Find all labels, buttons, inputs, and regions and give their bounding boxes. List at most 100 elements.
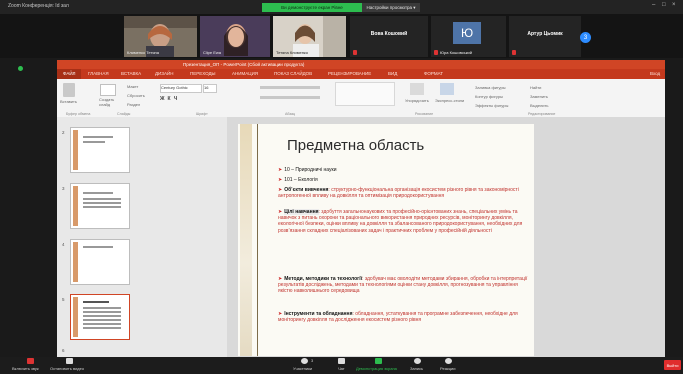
shapes-gallery[interactable] [335,82,395,106]
slide-divider [257,124,258,356]
font-name-select[interactable]: Century Gothic [160,84,202,93]
arrange-button[interactable]: Упорядочить [405,98,429,103]
group-label: Рисование [415,112,434,116]
tab-slideshow[interactable]: ПОКАЗ СЛАЙДОВ [274,71,312,76]
chat-icon[interactable] [338,358,345,364]
participant-tile[interactable]: Clipe Ewa [200,16,270,57]
minimize-icon[interactable]: – [652,2,655,8]
group-label: Слайды [117,112,131,116]
muted-mic-icon [512,50,516,55]
tab-transitions[interactable]: ПЕРЕХОДЫ [190,71,216,76]
tab-view[interactable]: ВИД [388,71,397,76]
shape-outline-button[interactable]: Контур фигуры [475,94,503,99]
ppt-title: Презентация_ОП - PowerPoint (Сбой актива… [183,62,305,67]
paste-icon[interactable] [63,83,75,97]
participant-name: Артур Цьомик [527,31,563,37]
slide-thumbnail[interactable] [70,239,130,285]
muted-mic-icon[interactable] [27,358,34,364]
participants-icon[interactable] [301,358,308,364]
replace-button[interactable]: Заменить [530,94,548,99]
tab-review[interactable]: РЕЦЕНЗИРОВАНИЕ [328,71,371,76]
font-format-icons[interactable]: ЖКЧ [160,96,180,102]
group-label: Абзац [285,112,296,116]
paste-button[interactable]: Вставить [60,99,77,104]
share-status: Ви демонструєте екран Рівне [262,3,362,12]
group-label: Шрифт [196,112,208,116]
thumb-number: 2 [62,130,65,135]
zoom-window-title: Zoom Конференція: Id зал [8,3,69,9]
layout-button[interactable]: Макет [127,84,138,89]
font-size-select[interactable]: 16 [203,84,217,93]
chat-button[interactable]: Чат [338,366,345,371]
slide-thumbnail[interactable] [70,183,130,229]
reset-button[interactable]: Сбросить [127,93,145,98]
group-label: Буфер обмена [66,112,91,116]
new-slide-icon[interactable] [100,84,116,96]
shape-effects-button[interactable]: Эффекты фигуры [475,103,508,108]
slide-thumbnail-selected[interactable] [70,294,130,340]
video-camera-icon[interactable] [66,358,73,364]
new-slide-button[interactable]: Создать слайд [99,97,121,107]
shape-fill-button[interactable]: Заливка фигуры [475,85,506,90]
slide-title[interactable]: Предметна область [287,137,424,154]
reactions-icon[interactable] [445,358,452,364]
slide-bullet: ➤ Об’єкти вивчення: структурно-функціонал… [278,187,519,200]
signin-link[interactable]: Вход [650,71,660,76]
tab-design[interactable]: ДИЗАЙН [155,71,174,76]
stop-video-button[interactable]: Остановить видео [50,366,84,371]
find-button[interactable]: Найти [530,85,541,90]
muted-mic-icon [434,50,438,55]
tab-format[interactable]: ФОРМАТ [424,71,443,76]
slide-thumbnail[interactable] [70,127,130,173]
section-button[interactable]: Раздел [127,102,140,107]
view-settings-button[interactable]: Настройки просмотра ▾ [362,3,420,12]
share-screen-icon[interactable] [375,358,382,364]
tab-file[interactable]: ФАЙЛ [63,71,76,76]
maximize-icon[interactable]: □ [662,2,666,8]
participants-next-button[interactable]: 3 [580,32,591,43]
reactions-button[interactable]: Реакции [440,366,455,371]
slide-bullet: ➤ Методи, методики та технології: здобува… [278,276,528,295]
end-meeting-button[interactable]: Выйти [664,360,681,370]
participants-button[interactable]: Участники [293,366,312,371]
participant-tile[interactable]: Вова Кошовий [350,16,428,57]
slide-bullet: ➤ Інструменти та обладнання: обладнання, … [278,311,518,324]
close-icon[interactable]: × [672,2,676,8]
shield-icon [18,66,23,71]
select-button[interactable]: Выделить [530,103,548,108]
participant-name: Клименко Тетяна [127,50,159,55]
thumb-number: 5 [62,297,65,302]
participant-name: Тетяна Клименко [276,50,308,55]
avatar: Ю [453,22,481,44]
tab-home[interactable]: ГЛАВНАЯ [88,71,109,76]
thumb-number: 4 [62,242,65,247]
unmute-button[interactable]: Включить звук [12,366,39,371]
slide-bullet: ➤ 101 – Екологія [278,177,318,183]
group-label: Редактирование [528,112,556,116]
tab-insert[interactable]: ВСТАВКА [121,71,141,76]
tab-animations[interactable]: АНИМАЦИЯ [232,71,258,76]
paragraph-tools[interactable] [260,86,320,89]
participant-name: Clipe Ewa [203,50,222,55]
participants-count: 3 [311,358,314,363]
align-tools[interactable] [260,96,320,99]
participant-tile[interactable]: Ю Юра Кошовський [431,16,506,57]
participant-name: Юра Кошовський [440,50,472,55]
quick-styles-button[interactable]: Экспресс-стили [435,98,464,103]
share-screen-button[interactable]: Демонстрация экрана [356,366,397,371]
muted-mic-icon [353,50,357,55]
thumb-number: 6 [62,348,65,353]
slide-decoration [240,124,252,356]
record-icon[interactable] [414,358,421,364]
participant-tile[interactable]: Артур Цьомик [509,16,581,57]
slide-bullet: ➤ Цілі навчання: здобуття загальнонаукови… [278,209,523,234]
arrange-icon[interactable] [410,83,424,95]
slide-bullet: ➤ 10 – Природничі науки [278,167,337,173]
share-banner: Ви демонструєте екран Рівне Настройки пр… [262,3,420,12]
quick-styles-icon[interactable] [440,83,454,95]
record-button[interactable]: Запись [410,366,423,371]
participant-name: Вова Кошовий [370,31,408,37]
thumb-number: 3 [62,186,65,191]
participant-tile[interactable]: Тетяна Клименко [273,16,346,57]
participant-tile[interactable]: Клименко Тетяна [124,16,197,57]
